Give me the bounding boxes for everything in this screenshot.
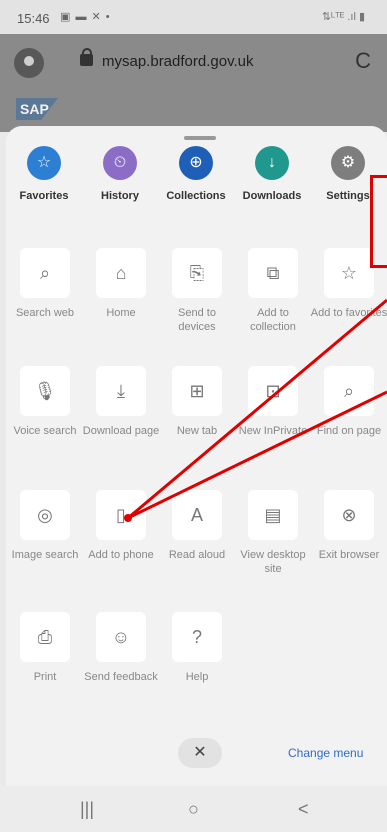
menu-item-collections[interactable]: ⊕ Collections xyxy=(158,146,234,202)
camera-icon: ◎ xyxy=(20,490,70,540)
menu-item-exit-browser[interactable]: ⊗ Exit browser xyxy=(310,490,387,562)
status-bar: 15:46 ▣ ▬ ✕ • ⇅ᴸᵀᴱ .ıl ▮ xyxy=(0,0,387,34)
menu-item-new-inprivate[interactable]: ⊡ New InPrivate xyxy=(234,366,312,438)
fav-label: Downloads xyxy=(242,190,302,202)
print-icon: ⎙ xyxy=(20,612,70,662)
lock-icon[interactable] xyxy=(80,48,93,66)
read-aloud-icon: A xyxy=(172,490,222,540)
history-icon: ⏲ xyxy=(103,146,137,180)
menu-item-voice-search[interactable]: 🎙 Voice search xyxy=(6,366,84,438)
add-to-phone-icon: ▯ xyxy=(96,490,146,540)
menu-item-download-page[interactable]: ⤓ Download page xyxy=(82,366,160,438)
close-menu-button[interactable]: ✕ xyxy=(178,738,222,768)
menu-item-label: Print xyxy=(33,671,57,683)
drag-handle[interactable] xyxy=(184,136,216,140)
home-nav-icon[interactable]: ○ xyxy=(188,799,199,820)
menu-bottom-bar: ✕ Change menu xyxy=(6,724,387,784)
add-favorite-icon: ☆ xyxy=(324,248,374,298)
menu-item-label: Add to collection xyxy=(250,307,296,333)
desktop-icon: ▤ xyxy=(248,490,298,540)
status-time: 15:46 xyxy=(17,11,50,26)
fav-label: History xyxy=(101,190,139,202)
menu-item-find-on-page[interactable]: ⌕ Find on page xyxy=(310,366,387,438)
reload-icon[interactable]: C xyxy=(355,48,371,74)
menu-item-label: New InPrivate xyxy=(238,425,308,437)
menu-item-label: Home xyxy=(106,307,136,319)
download-page-icon: ⤓ xyxy=(96,366,146,416)
fav-label: Settings xyxy=(326,190,370,202)
exit-icon: ⊗ xyxy=(324,490,374,540)
menu-item-downloads[interactable]: ↓ Downloads xyxy=(234,146,310,202)
menu-item-label: Send to devices xyxy=(178,307,216,333)
search-icon: ⌕ xyxy=(20,248,70,298)
menu-item-label: Add to phone xyxy=(88,549,154,561)
fav-label: Collections xyxy=(166,190,226,202)
favorites-row: ☆ Favorites ⏲ History ⊕ Collections ↓ Do… xyxy=(6,146,387,226)
menu-item-image-search[interactable]: ◎ Image search xyxy=(6,490,84,562)
menu-item-add-to-phone[interactable]: ▯ Add to phone xyxy=(82,490,160,562)
add-to-collection-icon: ⧉ xyxy=(248,248,298,298)
menu-item-label: Exit browser xyxy=(318,549,380,561)
new-tab-icon: ⊞ xyxy=(172,366,222,416)
menu-item-label: Download page xyxy=(82,425,160,437)
menu-item-help[interactable]: ? Help xyxy=(158,612,236,684)
menu-item-label: Image search xyxy=(11,549,79,561)
sap-logo: SAP xyxy=(16,98,58,120)
star-icon: ☆ xyxy=(27,146,61,180)
menu-item-search-web[interactable]: ⌕ Search web xyxy=(6,248,84,320)
menu-item-label: Send feedback xyxy=(84,671,158,683)
help-icon: ? xyxy=(172,612,222,662)
menu-item-view-desktop-site[interactable]: ▤ View desktop site xyxy=(234,490,312,576)
menu-item-label: Help xyxy=(185,671,209,683)
menu-item-label: Add to favorites xyxy=(310,307,387,319)
back-icon[interactable]: < xyxy=(298,799,309,820)
microphone-icon: 🎙 xyxy=(20,366,70,416)
notification-icons: ▣ ▬ ✕ • xyxy=(60,11,111,23)
feedback-icon: ☺ xyxy=(96,612,146,662)
profile-avatar[interactable] xyxy=(14,48,44,78)
menu-item-settings[interactable]: ⚙ Settings xyxy=(310,146,386,202)
system-icons: ⇅ᴸᵀᴱ .ıl ▮ xyxy=(321,11,365,23)
menu-item-add-to-favorites[interactable]: ☆ Add to favorites xyxy=(310,248,387,320)
change-menu-link[interactable]: Change menu xyxy=(288,746,363,760)
collections-icon: ⊕ xyxy=(179,146,213,180)
home-icon: ⌂ xyxy=(96,248,146,298)
gear-icon: ⚙ xyxy=(331,146,365,180)
menu-item-label: Find on page xyxy=(316,425,382,437)
menu-item-send-to-devices[interactable]: ⎘ Send to devices xyxy=(158,248,236,334)
menu-item-label: View desktop site xyxy=(240,549,306,575)
android-nav-bar: ||| ○ < xyxy=(0,786,387,832)
recent-apps-icon[interactable]: ||| xyxy=(80,799,94,820)
menu-item-read-aloud[interactable]: A Read aloud xyxy=(158,490,236,562)
menu-item-label: Voice search xyxy=(13,425,77,437)
menu-item-label: Search web xyxy=(15,307,75,319)
menu-item-home[interactable]: ⌂ Home xyxy=(82,248,160,320)
menu-item-send-feedback[interactable]: ☺ Send feedback xyxy=(82,612,160,684)
menu-item-label: Read aloud xyxy=(168,549,226,561)
menu-item-new-tab[interactable]: ⊞ New tab xyxy=(158,366,236,438)
menu-item-label: New tab xyxy=(176,425,218,437)
menu-item-history[interactable]: ⏲ History xyxy=(82,146,158,202)
menu-item-add-to-collection[interactable]: ⧉ Add to collection xyxy=(234,248,312,334)
url-bar: mysap.bradford.gov.uk C xyxy=(0,34,387,92)
find-on-page-icon: ⌕ xyxy=(324,366,374,416)
inprivate-icon: ⊡ xyxy=(248,366,298,416)
download-icon: ↓ xyxy=(255,146,289,180)
menu-item-favorites[interactable]: ☆ Favorites xyxy=(6,146,82,202)
fav-label: Favorites xyxy=(19,190,69,202)
menu-sheet: ☆ Favorites ⏲ History ⊕ Collections ↓ Do… xyxy=(6,126,387,786)
url-text[interactable]: mysap.bradford.gov.uk xyxy=(102,53,253,70)
send-to-devices-icon: ⎘ xyxy=(172,248,222,298)
menu-item-print[interactable]: ⎙ Print xyxy=(6,612,84,684)
